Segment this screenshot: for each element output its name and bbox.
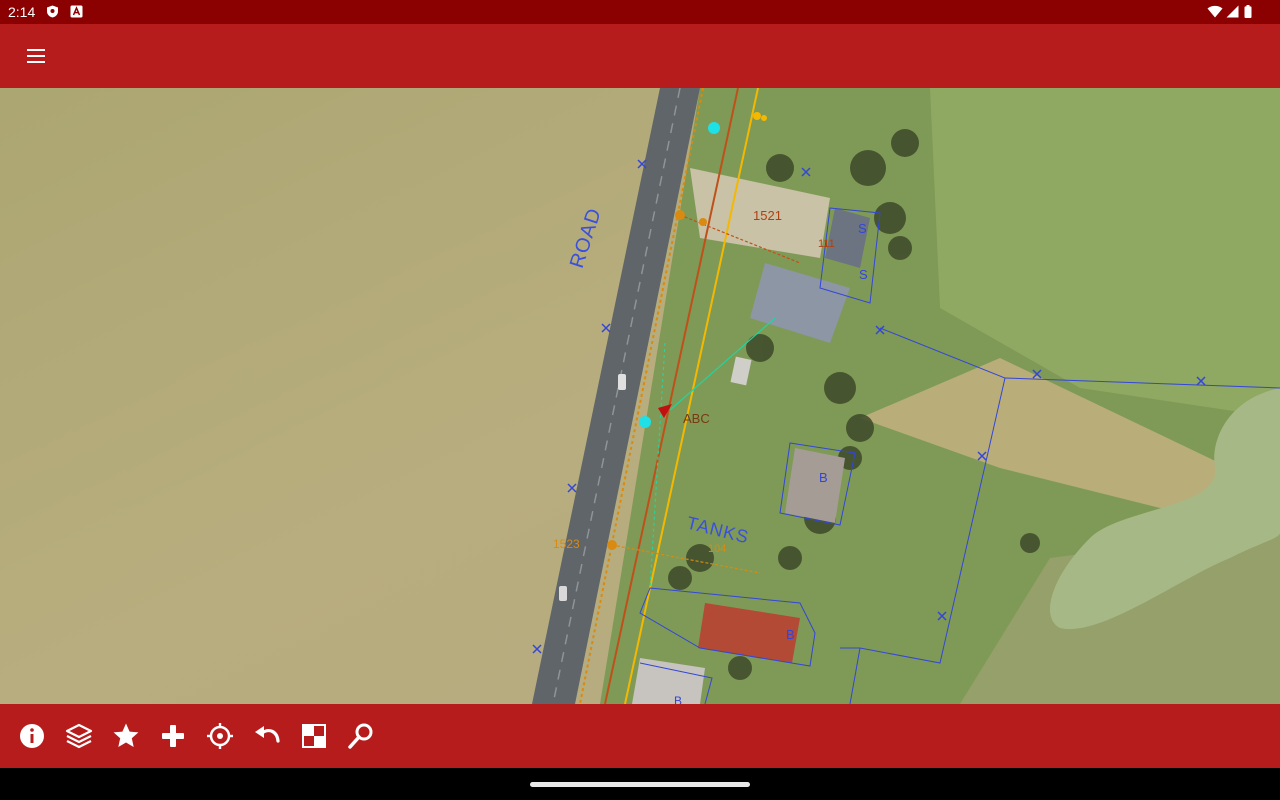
- map-label-b1: B: [819, 470, 828, 485]
- plus-icon: [162, 725, 184, 747]
- wifi-icon: [1207, 5, 1223, 18]
- map-label-b3: B: [674, 694, 683, 704]
- map-label-abc: ABC: [683, 411, 710, 426]
- status-time: 2:14: [8, 4, 36, 20]
- map-view[interactable]: ROAD TANKS ABC 1521 1523 111 104 S S B B…: [0, 88, 1280, 704]
- battery-icon: [1244, 5, 1252, 18]
- menu-button[interactable]: [20, 40, 52, 72]
- home-gesture-handle[interactable]: [530, 782, 750, 787]
- a-box-icon: [70, 5, 83, 18]
- map-label-s1: S: [858, 221, 867, 236]
- undo-icon: [255, 726, 280, 743]
- map-label-111: 111: [818, 238, 835, 250]
- search-icon: [348, 723, 373, 749]
- layers-button[interactable]: [63, 720, 95, 752]
- undo-button[interactable]: [251, 720, 283, 752]
- info-button[interactable]: [16, 720, 48, 752]
- map-label-104: 104: [708, 543, 727, 555]
- system-nav-bar: [0, 768, 1280, 800]
- grid-select-button[interactable]: [298, 720, 330, 752]
- cell-signal-icon: [1226, 5, 1239, 18]
- bottom-toolbar: [0, 704, 1280, 768]
- map-label-1523: 1523: [553, 537, 580, 551]
- favorites-button[interactable]: [110, 720, 142, 752]
- app-bar: [0, 24, 1280, 88]
- map-label-s2: S: [859, 267, 868, 282]
- shield-icon: [47, 5, 58, 18]
- info-icon: [20, 724, 44, 748]
- status-bar: 2:14: [0, 0, 1280, 24]
- search-button[interactable]: [345, 720, 377, 752]
- aerial-imagery: [0, 88, 1280, 704]
- layers-icon: [65, 723, 93, 749]
- grid-select-icon: [302, 724, 326, 748]
- map-label-1521: 1521: [753, 208, 782, 223]
- locate-button[interactable]: [204, 720, 236, 752]
- gps-locate-icon: [207, 723, 233, 749]
- map-label-b2: B: [786, 627, 795, 642]
- menu-icon: [27, 49, 45, 63]
- add-button[interactable]: [157, 720, 189, 752]
- star-icon: [113, 723, 139, 747]
